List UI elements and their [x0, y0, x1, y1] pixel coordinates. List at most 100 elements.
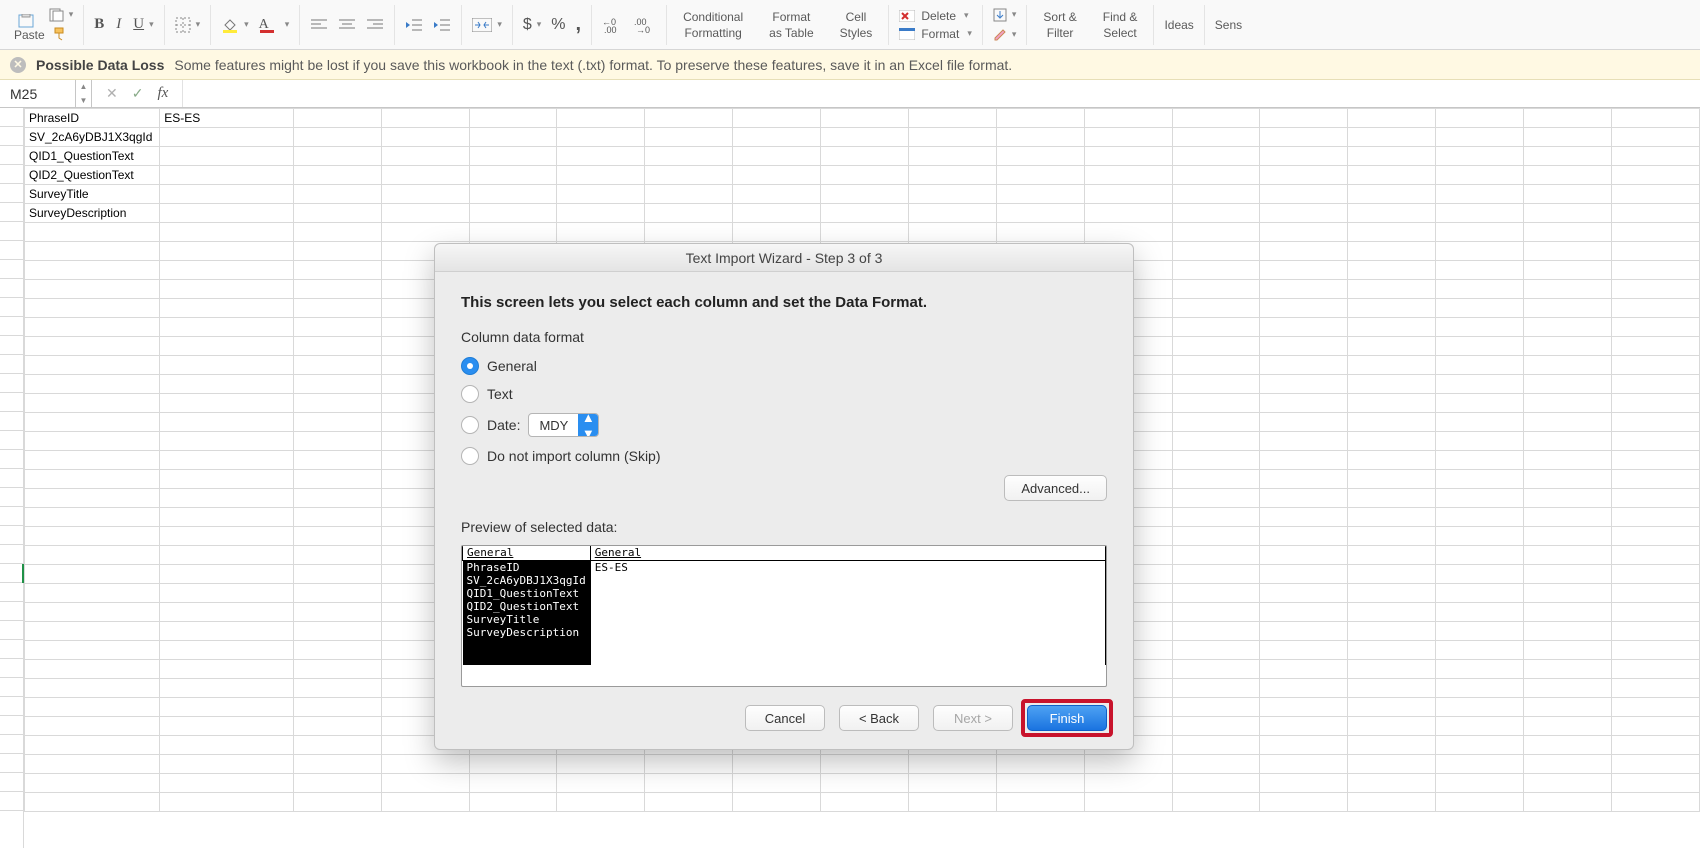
cell[interactable]: [293, 185, 381, 204]
cell[interactable]: [1348, 413, 1436, 432]
cell[interactable]: [1611, 698, 1699, 717]
cell[interactable]: [645, 793, 733, 812]
cell[interactable]: [1524, 337, 1612, 356]
cell[interactable]: [1436, 166, 1524, 185]
cell[interactable]: [1348, 166, 1436, 185]
cell[interactable]: [1436, 755, 1524, 774]
cell[interactable]: [293, 736, 381, 755]
increase-decimal-icon[interactable]: ←0.00: [602, 17, 624, 33]
cell[interactable]: [733, 128, 821, 147]
cell[interactable]: [1524, 261, 1612, 280]
cell[interactable]: [996, 755, 1084, 774]
cell[interactable]: [733, 774, 821, 793]
cell[interactable]: [1260, 337, 1348, 356]
cell[interactable]: [821, 185, 909, 204]
cell[interactable]: [1611, 717, 1699, 736]
cell[interactable]: [1260, 698, 1348, 717]
cell[interactable]: [1172, 584, 1260, 603]
cell[interactable]: [1260, 375, 1348, 394]
cell[interactable]: [1348, 660, 1436, 679]
cell[interactable]: [1260, 128, 1348, 147]
cell[interactable]: [1172, 109, 1260, 128]
cell[interactable]: [1084, 109, 1172, 128]
cell[interactable]: [160, 717, 294, 736]
cell[interactable]: [381, 147, 469, 166]
bold-button[interactable]: B: [94, 16, 104, 33]
cell[interactable]: [1348, 527, 1436, 546]
cell[interactable]: [1348, 432, 1436, 451]
cell[interactable]: [1172, 527, 1260, 546]
cell[interactable]: [1611, 394, 1699, 413]
cell[interactable]: [381, 793, 469, 812]
cell[interactable]: [1260, 679, 1348, 698]
cell[interactable]: [1524, 242, 1612, 261]
cell[interactable]: [1260, 470, 1348, 489]
cell[interactable]: [1260, 299, 1348, 318]
cell[interactable]: [1524, 109, 1612, 128]
cell[interactable]: [1172, 660, 1260, 679]
cell[interactable]: [1260, 223, 1348, 242]
cell[interactable]: [160, 527, 294, 546]
cell[interactable]: [1524, 565, 1612, 584]
cell[interactable]: [1348, 774, 1436, 793]
cell[interactable]: [1611, 185, 1699, 204]
cell[interactable]: [160, 432, 294, 451]
cell[interactable]: [160, 223, 294, 242]
cell[interactable]: [1260, 489, 1348, 508]
cell[interactable]: [1524, 147, 1612, 166]
cell[interactable]: [160, 660, 294, 679]
cell[interactable]: [1084, 793, 1172, 812]
format-cells-button[interactable]: Format▾: [899, 27, 972, 41]
fill-down-button[interactable]: ▾: [993, 8, 1017, 22]
cell[interactable]: [1436, 698, 1524, 717]
cell[interactable]: [1436, 451, 1524, 470]
cell[interactable]: [293, 375, 381, 394]
cell[interactable]: [25, 584, 160, 603]
cell[interactable]: [25, 261, 160, 280]
cell[interactable]: [160, 394, 294, 413]
cell[interactable]: [160, 793, 294, 812]
cell[interactable]: [1524, 394, 1612, 413]
cell[interactable]: [160, 261, 294, 280]
cell[interactable]: [1611, 508, 1699, 527]
cell[interactable]: [1260, 261, 1348, 280]
accept-formula-icon[interactable]: ✓: [132, 85, 144, 102]
cell[interactable]: [381, 204, 469, 223]
cell[interactable]: [25, 565, 160, 584]
cell[interactable]: [293, 717, 381, 736]
cell[interactable]: [1348, 679, 1436, 698]
cell[interactable]: [293, 166, 381, 185]
cell[interactable]: [1611, 736, 1699, 755]
cell[interactable]: [25, 679, 160, 698]
cell[interactable]: [293, 527, 381, 546]
cell[interactable]: [1348, 641, 1436, 660]
cell[interactable]: [1348, 280, 1436, 299]
cell[interactable]: [1524, 508, 1612, 527]
decrease-decimal-icon[interactable]: .00→0: [634, 17, 656, 33]
cell[interactable]: [557, 109, 645, 128]
cell[interactable]: [1260, 508, 1348, 527]
cell[interactable]: PhraseID: [25, 109, 160, 128]
cell[interactable]: [1524, 356, 1612, 375]
cell[interactable]: [1260, 584, 1348, 603]
cell[interactable]: [1436, 508, 1524, 527]
cell[interactable]: [996, 223, 1084, 242]
cell[interactable]: [557, 128, 645, 147]
cell[interactable]: [1172, 204, 1260, 223]
cell[interactable]: [381, 755, 469, 774]
cell[interactable]: [293, 204, 381, 223]
cell[interactable]: [1172, 318, 1260, 337]
cell[interactable]: [1611, 565, 1699, 584]
cell[interactable]: [25, 755, 160, 774]
cell[interactable]: [1260, 166, 1348, 185]
cell[interactable]: [908, 185, 996, 204]
cell[interactable]: [1524, 698, 1612, 717]
cell[interactable]: [293, 755, 381, 774]
cell[interactable]: [1348, 603, 1436, 622]
cell[interactable]: [293, 451, 381, 470]
cell[interactable]: [1348, 337, 1436, 356]
cell[interactable]: [1172, 166, 1260, 185]
cell[interactable]: [25, 223, 160, 242]
cell[interactable]: [160, 318, 294, 337]
fx-icon[interactable]: fx: [157, 85, 168, 102]
